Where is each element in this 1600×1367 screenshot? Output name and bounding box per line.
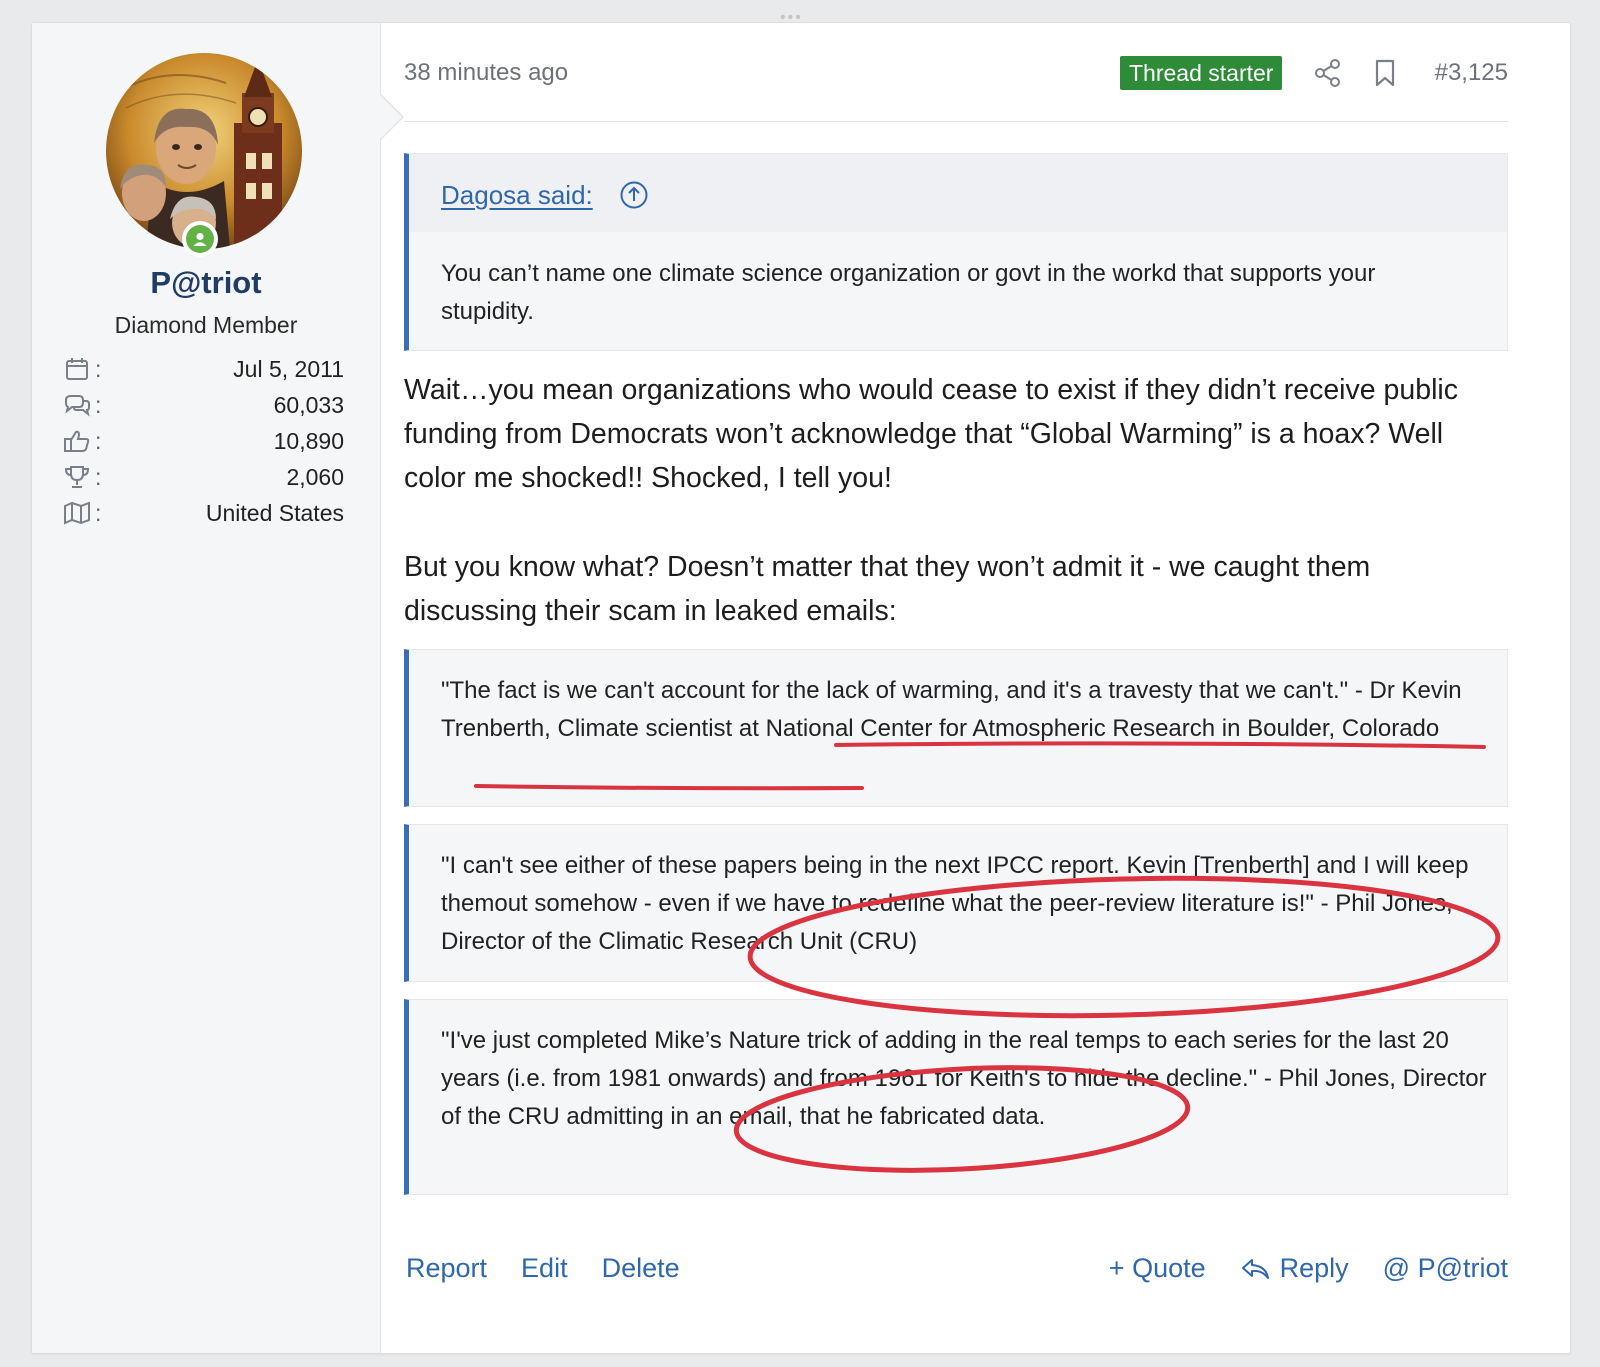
post-time[interactable]: 38 minutes ago: [404, 59, 568, 87]
online-status-icon: [182, 221, 218, 257]
stat-colon: :: [95, 355, 102, 382]
stat-colon: :: [95, 499, 102, 526]
stat-points: : 2,060: [62, 459, 344, 495]
post-actions-left: Report Edit Delete: [406, 1253, 680, 1284]
stat-joined: : Jul 5, 2011: [62, 351, 344, 387]
blockquote: "The fact is we can't account for the la…: [404, 649, 1508, 807]
user-sidebar: P@triot Diamond Member : Jul 5, 2011: 6…: [32, 23, 381, 1353]
user-title: Diamond Member: [114, 312, 298, 338]
stat-value: United States: [205, 499, 344, 526]
bookmark-icon[interactable]: [1372, 58, 1398, 88]
map-icon: [64, 501, 90, 525]
stat-value: 10,890: [273, 427, 344, 454]
blockquote-text: "I've just completed Mike’s Nature trick…: [441, 1027, 1487, 1130]
edit-link[interactable]: Edit: [521, 1253, 568, 1284]
quote-text: You can’t name one climate science organ…: [441, 260, 1376, 325]
blockquote-text: "The fact is we can't account for the la…: [441, 677, 1462, 742]
user-stats: : Jul 5, 2011 : 60,033: 10,890: 2,060 …: [62, 351, 344, 531]
blockquote: "I can't see either of these papers bein…: [404, 824, 1508, 982]
avatar[interactable]: [106, 53, 302, 249]
reply-icon: [1241, 1258, 1269, 1279]
username[interactable]: P@triot: [32, 265, 380, 301]
post-paragraph: Wait…you mean organizations who would ce…: [404, 374, 1458, 494]
stat-colon: :: [95, 463, 102, 490]
post-actions-right: + Quote Reply @ P@triot: [1109, 1253, 1508, 1284]
stat-colon: :: [95, 391, 102, 418]
thread-starter-badge: Thread starter: [1120, 56, 1283, 90]
post-paragraph: But you know what? Doesn’t matter that t…: [404, 551, 1371, 627]
stat-value: Jul 5, 2011: [233, 355, 344, 382]
jump-to-quote-icon[interactable]: [619, 180, 649, 210]
trophy-icon: [64, 466, 90, 488]
post-header: 38 minutes ago Thread starter #3,125: [404, 23, 1508, 122]
post-main: 38 minutes ago Thread starter #3,125 Dag…: [404, 23, 1538, 1353]
post-number-link[interactable]: #3,125: [1435, 59, 1508, 87]
delete-link[interactable]: Delete: [602, 1253, 680, 1284]
quote-button[interactable]: + Quote: [1109, 1253, 1206, 1284]
sidebar-arrow-inner: [379, 94, 402, 140]
report-link[interactable]: Report: [406, 1253, 487, 1284]
calendar-icon: [66, 358, 88, 380]
blockquote: "I've just completed Mike’s Nature trick…: [404, 999, 1508, 1195]
stat-reactions: : 10,890: [62, 423, 344, 459]
quote-author-link[interactable]: Dagosa said:: [441, 180, 593, 211]
stat-value: 60,033: [273, 391, 344, 418]
stat-messages: : 60,033: [62, 387, 344, 423]
reply-label: Reply: [1279, 1253, 1349, 1283]
quote-header: Dagosa said:: [409, 154, 1507, 232]
share-icon[interactable]: [1314, 58, 1342, 88]
stat-colon: :: [95, 427, 102, 454]
post-card: P@triot Diamond Member : Jul 5, 2011: 6…: [31, 22, 1571, 1354]
blockquote-text: "I can't see either of these papers bein…: [441, 852, 1469, 955]
thumbs-up-icon: [64, 430, 90, 452]
mention-button[interactable]: @ P@triot: [1383, 1253, 1508, 1284]
reply-button[interactable]: Reply: [1240, 1253, 1349, 1284]
stat-value: 2,060: [286, 463, 344, 490]
messages-icon: [65, 395, 90, 417]
reply-quote: Dagosa said: You can’t name one climate …: [404, 153, 1508, 351]
stat-location: : United States: [62, 495, 344, 531]
